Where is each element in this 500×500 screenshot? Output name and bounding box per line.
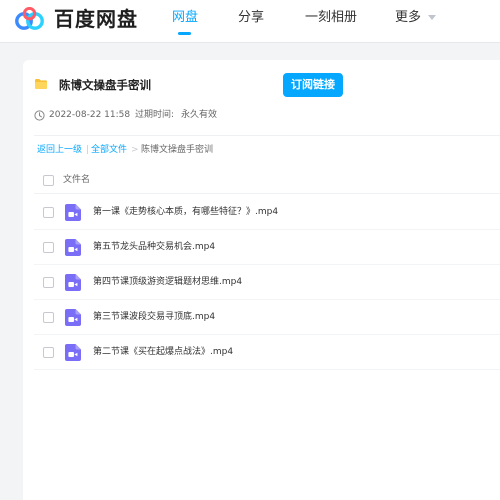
file-row[interactable]: 第五节龙头品种交易机会.mp4 <box>34 230 500 265</box>
file-name[interactable]: 第二节课《买在起爆点战法》.mp4 <box>93 346 233 359</box>
file-name[interactable]: 第四节课顶级游资逻辑题材思维.mp4 <box>93 276 242 289</box>
nav-tab-share[interactable]: 分享 <box>238 9 264 27</box>
video-file-icon <box>65 309 81 326</box>
share-panel: 陈博文操盘手密训 订阅链接 2022-08-22 11:58 过期时间: 永久有… <box>23 60 500 500</box>
share-title: 陈博文操盘手密训 <box>59 78 151 92</box>
nav-tab-more[interactable]: 更多 <box>395 9 421 27</box>
baidu-netdisk-logo-icon[interactable] <box>15 7 45 31</box>
active-tab-indicator <box>178 32 191 35</box>
video-file-icon <box>65 274 81 291</box>
clock-icon <box>34 110 45 121</box>
breadcrumb-back-link[interactable]: 返回上一级 <box>37 144 82 157</box>
breadcrumb-all-files-link[interactable]: 全部文件 <box>91 144 127 157</box>
top-navigation-bar: 百度网盘 网盘 分享 一刻相册 更多 <box>0 0 500 43</box>
nav-tab-netdisk[interactable]: 网盘 <box>172 9 198 27</box>
nav-tab-moment-album[interactable]: 一刻相册 <box>305 9 357 27</box>
file-checkbox[interactable] <box>43 347 54 358</box>
file-row[interactable]: 第四节课顶级游资逻辑题材思维.mp4 <box>34 265 500 300</box>
video-file-icon <box>65 239 81 256</box>
file-checkbox[interactable] <box>43 277 54 288</box>
column-header-filename[interactable]: 文件名 <box>63 174 90 187</box>
subscribe-link-button[interactable]: 订阅链接 <box>283 73 343 97</box>
divider <box>34 135 500 136</box>
file-row[interactable]: 第三节课波段交易寻顶底.mp4 <box>34 300 500 335</box>
video-file-icon <box>65 344 81 361</box>
file-row[interactable]: 第一课《走势核心本质，有哪些特征？》.mp4 <box>34 195 500 230</box>
breadcrumb-chevron: > <box>131 145 139 155</box>
file-checkbox[interactable] <box>43 242 54 253</box>
brand-name[interactable]: 百度网盘 <box>54 7 138 31</box>
share-date: 2022-08-22 11:58 <box>49 110 131 120</box>
video-file-icon <box>65 204 81 221</box>
file-row[interactable]: 第二节课《买在起爆点战法》.mp4 <box>34 335 500 370</box>
file-list-header: 文件名 <box>34 168 500 194</box>
file-checkbox[interactable] <box>43 207 54 218</box>
breadcrumb-separator: | <box>86 145 90 155</box>
folder-icon <box>35 79 47 89</box>
file-name[interactable]: 第一课《走势核心本质，有哪些特征？》.mp4 <box>93 206 278 219</box>
breadcrumb-current: 陈博文操盘手密训 <box>141 145 214 155</box>
expire-value: 永久有效 <box>181 110 218 120</box>
file-name[interactable]: 第五节龙头品种交易机会.mp4 <box>93 241 215 254</box>
file-checkbox[interactable] <box>43 312 54 323</box>
file-name[interactable]: 第三节课波段交易寻顶底.mp4 <box>93 311 215 324</box>
expire-label: 过期时间: <box>135 110 175 120</box>
chevron-down-icon[interactable] <box>428 15 436 20</box>
select-all-checkbox[interactable] <box>43 175 54 186</box>
